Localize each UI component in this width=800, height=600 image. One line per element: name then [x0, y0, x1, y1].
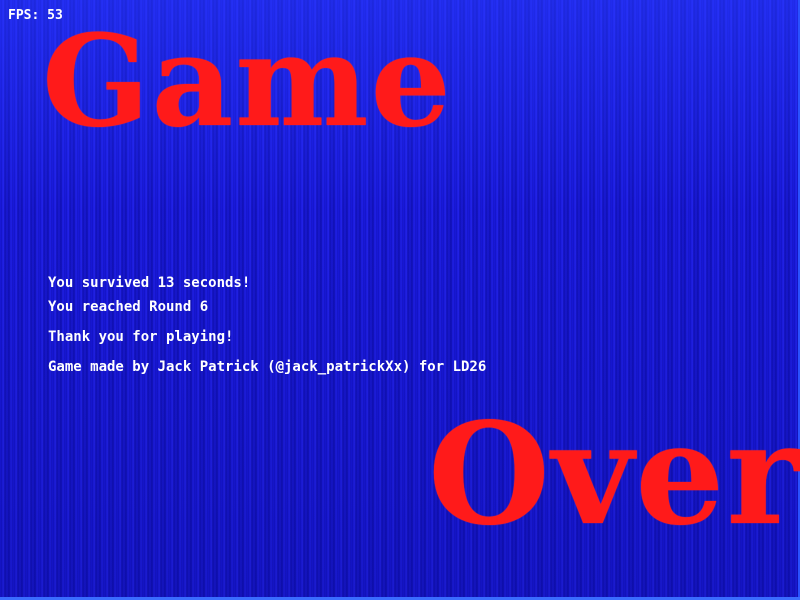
credits-text: Game made by Jack Patrick (@jack_patrick… [48, 359, 487, 375]
round-text: You reached Round 6 [48, 299, 209, 315]
title-game: Game [42, 7, 453, 155]
title-over: Over [428, 393, 800, 557]
survived-text: You survived 13 seconds! [48, 275, 251, 291]
thanks-text: Thank you for playing! [48, 329, 234, 345]
